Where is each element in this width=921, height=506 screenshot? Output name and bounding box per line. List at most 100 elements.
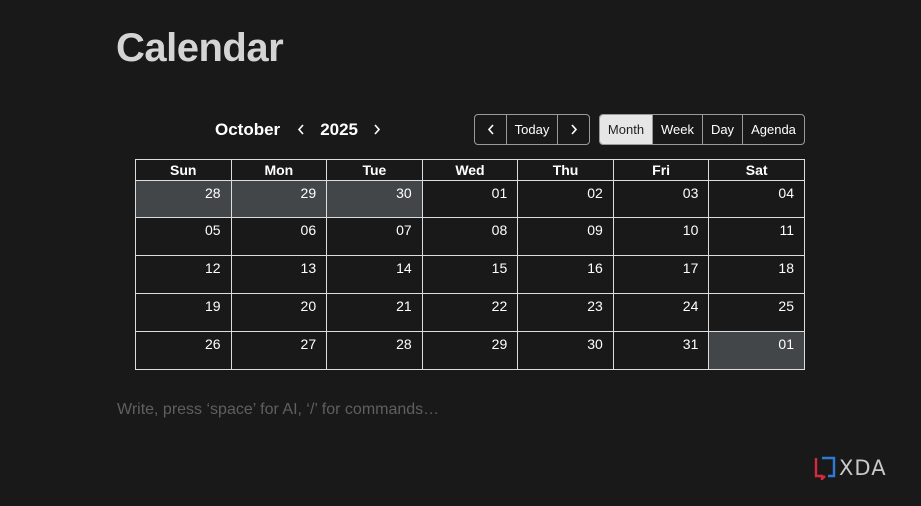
date-number: 30 xyxy=(396,185,412,201)
chevron-left-icon xyxy=(487,124,494,135)
date-number: 04 xyxy=(778,185,794,201)
month-grid: Sun Mon Tue Wed Thu Fri Sat 28 29 30 01 … xyxy=(135,159,805,370)
view-day-button[interactable]: Day xyxy=(703,115,743,144)
day-cell[interactable]: 10 xyxy=(612,217,710,256)
week-row: 12 13 14 15 16 17 18 xyxy=(135,255,805,294)
day-cell[interactable]: 03 xyxy=(612,180,710,218)
date-number: 21 xyxy=(396,298,412,314)
date-number: 19 xyxy=(204,298,221,314)
weekday-header: Mon xyxy=(230,159,328,181)
date-number: 03 xyxy=(682,185,699,201)
navigation-button-group: Today xyxy=(474,114,590,145)
day-cell[interactable]: 05 xyxy=(135,217,232,256)
day-cell[interactable]: 09 xyxy=(517,217,614,256)
weekday-header: Sun xyxy=(135,159,232,181)
day-cell[interactable]: 06 xyxy=(230,217,328,256)
date-number: 12 xyxy=(204,260,221,276)
date-number: 23 xyxy=(587,298,603,314)
date-number: 29 xyxy=(300,185,317,201)
weekday-header: Sat xyxy=(708,159,805,181)
day-cell[interactable]: 29 xyxy=(421,331,519,370)
date-number: 10 xyxy=(682,222,699,238)
xda-watermark: XDA xyxy=(814,456,887,480)
day-cell[interactable]: 02 xyxy=(517,180,614,218)
day-cell[interactable]: 23 xyxy=(517,293,614,332)
date-number: 20 xyxy=(300,298,317,314)
date-number: 09 xyxy=(587,222,603,238)
date-number: 28 xyxy=(204,185,221,201)
date-number: 17 xyxy=(682,260,699,276)
day-cell[interactable]: 14 xyxy=(326,255,423,294)
date-number: 06 xyxy=(300,222,317,238)
day-cell[interactable]: 24 xyxy=(612,293,710,332)
view-week-button[interactable]: Week xyxy=(653,115,703,144)
day-cell[interactable]: 01 xyxy=(421,180,519,218)
day-cell[interactable]: 12 xyxy=(135,255,232,294)
date-number: 24 xyxy=(682,298,699,314)
date-number: 01 xyxy=(778,336,794,352)
weekday-header-row: Sun Mon Tue Wed Thu Fri Sat xyxy=(135,159,805,181)
weekday-header: Wed xyxy=(421,159,519,181)
weekday-header: Thu xyxy=(517,159,614,181)
day-cell-off-range[interactable]: 29 xyxy=(230,180,328,218)
date-number: 31 xyxy=(682,336,699,352)
calendar-toolbar: October 2025 Today Month Week Day Agenda xyxy=(135,114,805,145)
day-cell-off-range[interactable]: 30 xyxy=(326,180,423,218)
chevron-right-icon xyxy=(570,124,577,135)
view-agenda-button[interactable]: Agenda xyxy=(743,115,804,144)
day-cell[interactable]: 28 xyxy=(326,331,423,370)
day-cell[interactable]: 25 xyxy=(708,293,805,332)
day-cell[interactable]: 27 xyxy=(230,331,328,370)
day-cell[interactable]: 19 xyxy=(135,293,232,332)
weekday-header: Fri xyxy=(612,159,710,181)
date-number: 01 xyxy=(491,185,508,201)
day-cell[interactable]: 04 xyxy=(708,180,805,218)
view-button-group: Month Week Day Agenda xyxy=(599,114,805,145)
month-label: October xyxy=(215,119,281,139)
editor-placeholder[interactable]: Write, press ‘space’ for AI, ‘/’ for com… xyxy=(117,401,439,419)
page-title: Calendar xyxy=(116,26,284,70)
today-button[interactable]: Today xyxy=(507,115,558,144)
day-cell[interactable]: 30 xyxy=(517,331,614,370)
date-number: 07 xyxy=(396,222,412,238)
day-cell[interactable]: 13 xyxy=(230,255,328,294)
day-cell[interactable]: 18 xyxy=(708,255,805,294)
day-cell[interactable]: 20 xyxy=(230,293,328,332)
date-number: 05 xyxy=(204,222,221,238)
date-number: 30 xyxy=(587,336,603,352)
week-row: 19 20 21 22 23 24 25 xyxy=(135,293,805,332)
day-cell[interactable]: 15 xyxy=(421,255,519,294)
day-cell[interactable]: 16 xyxy=(517,255,614,294)
previous-month-button[interactable] xyxy=(475,115,507,144)
day-cell[interactable]: 08 xyxy=(421,217,519,256)
day-cell[interactable]: 07 xyxy=(326,217,423,256)
date-number: 14 xyxy=(396,260,412,276)
date-number: 11 xyxy=(779,222,794,238)
day-cell[interactable]: 17 xyxy=(612,255,710,294)
chevron-right-icon xyxy=(374,124,381,135)
previous-year-button[interactable] xyxy=(294,120,308,140)
date-number: 08 xyxy=(491,222,508,238)
day-cell[interactable]: 31 xyxy=(612,331,710,370)
day-cell[interactable]: 22 xyxy=(421,293,519,332)
date-number: 02 xyxy=(587,185,603,201)
date-number: 13 xyxy=(300,260,317,276)
month-year-switcher: October 2025 xyxy=(215,114,384,145)
date-number: 29 xyxy=(491,336,508,352)
day-cell[interactable]: 11 xyxy=(708,217,805,256)
week-row: 28 29 30 01 02 03 04 xyxy=(135,180,805,218)
day-cell-off-range[interactable]: 28 xyxy=(135,180,232,218)
date-number: 15 xyxy=(491,260,508,276)
view-month-button[interactable]: Month xyxy=(600,115,653,144)
day-cell-off-range[interactable]: 01 xyxy=(708,331,805,370)
xda-logo-icon xyxy=(814,456,836,480)
date-number: 26 xyxy=(204,336,221,352)
year-label: 2025 xyxy=(320,119,359,139)
date-number: 22 xyxy=(491,298,508,314)
week-row: 05 06 07 08 09 10 11 xyxy=(135,217,805,256)
date-number: 18 xyxy=(778,260,794,276)
next-year-button[interactable] xyxy=(370,120,384,140)
day-cell[interactable]: 21 xyxy=(326,293,423,332)
day-cell[interactable]: 26 xyxy=(135,331,232,370)
next-month-button[interactable] xyxy=(558,115,589,144)
